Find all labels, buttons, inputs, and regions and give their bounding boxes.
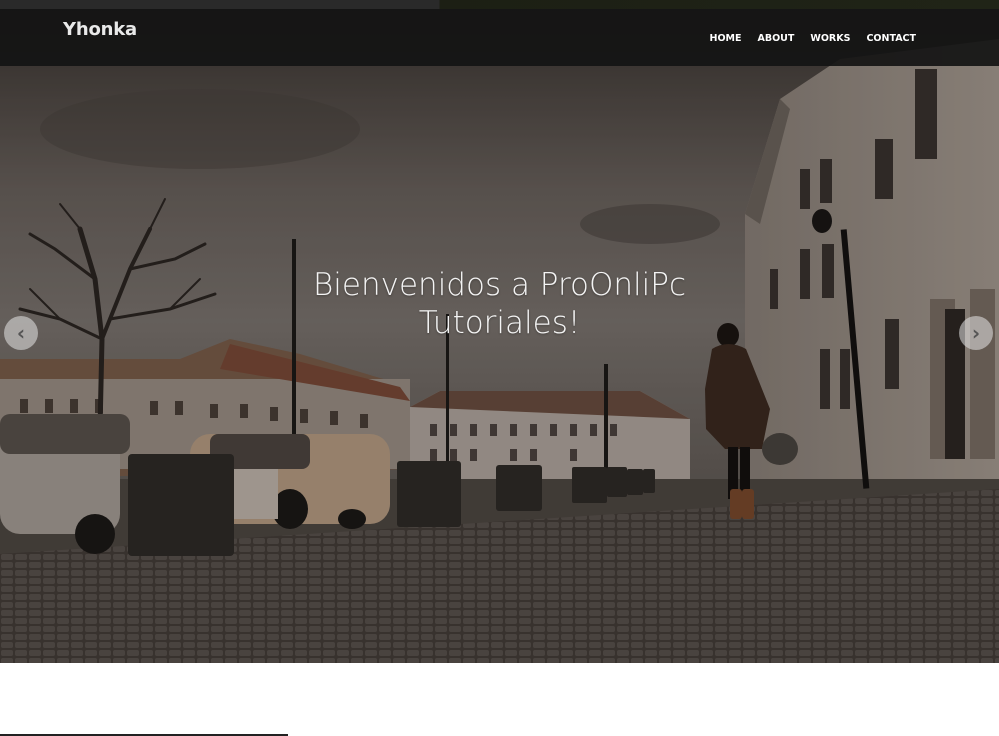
content-section [0,663,999,736]
chevron-left-icon: ‹ [16,321,26,345]
page: Bienvenidos a ProOnliPc Tutoriales! ‹ › … [0,0,999,736]
hero-carousel: Bienvenidos a ProOnliPc Tutoriales! ‹ › [0,9,999,663]
carousel-prev-button[interactable]: ‹ [4,316,38,350]
brand-logo[interactable]: Yhonka [63,19,137,40]
nav-link-works[interactable]: WORKS [802,33,858,45]
carousel-next-button[interactable]: › [959,316,993,350]
nav-item-about: ABOUT [750,28,803,46]
nav-link-contact[interactable]: CONTACT [858,33,924,45]
nav-item-works: WORKS [802,28,858,46]
main-nav: HOME ABOUT WORKS CONTACT [702,28,924,46]
top-strip [0,0,999,9]
nav-item-home: HOME [702,28,750,46]
navbar: Yhonka HOME ABOUT WORKS CONTACT [0,9,999,66]
nav-link-about[interactable]: ABOUT [750,33,803,45]
nav-link-home[interactable]: HOME [702,33,750,45]
nav-item-contact: CONTACT [858,28,924,46]
hero-title: Bienvenidos a ProOnliPc Tutoriales! [313,267,686,341]
chevron-right-icon: › [971,321,981,345]
